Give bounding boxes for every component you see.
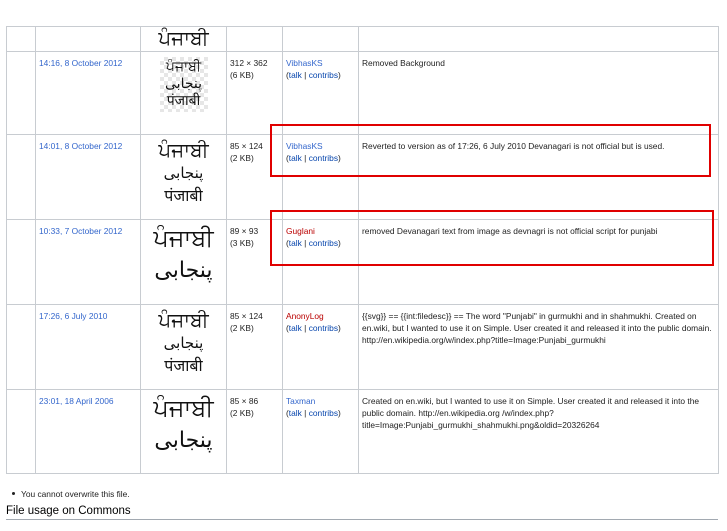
file-size: (6 KB): [230, 70, 254, 81]
table-row: 14:16, 8 October 2012 ਪੰਜਾਬੀ پنجابی पंजा…: [6, 51, 719, 135]
revision-date-link[interactable]: 14:16, 8 October 2012: [39, 58, 122, 68]
user-tools: (talk | contribs): [286, 408, 341, 419]
edit-comment: Removed Background: [362, 58, 445, 68]
user-link[interactable]: Guglani: [286, 226, 315, 236]
file-size: (2 KB): [230, 153, 254, 164]
dimensions: 85 × 86: [230, 396, 259, 406]
contribs-link[interactable]: contribs: [309, 70, 338, 80]
thumbnail[interactable]: ਪੰਜਾਬੀ پنجابی पंजाबी: [140, 134, 227, 220]
talk-link[interactable]: talk: [289, 238, 302, 248]
revision-date-link[interactable]: 17:26, 6 July 2010: [39, 311, 107, 321]
thumbnail[interactable]: ਪੰਜਾਬੀ پنجابی: [140, 389, 227, 474]
user-tools: (talk | contribs): [286, 153, 341, 164]
contribs-link[interactable]: contribs: [309, 238, 338, 248]
edit-comment: {{svg}} == {{int:filedesc}} == The word …: [362, 311, 712, 346]
revision-date-link[interactable]: 23:01, 18 April 2006: [39, 396, 114, 406]
user-tools: (talk | contribs): [286, 323, 341, 334]
talk-link[interactable]: talk: [289, 153, 302, 163]
talk-link[interactable]: talk: [289, 70, 302, 80]
contribs-link[interactable]: contribs: [309, 153, 338, 163]
file-size: (3 KB): [230, 238, 254, 249]
overwrite-note: You cannot overwrite this file.: [8, 489, 130, 499]
user-link[interactable]: AnonyLog: [286, 311, 324, 321]
thumbnail[interactable]: ਪੰਜਾਬੀ: [140, 26, 227, 52]
thumbnail[interactable]: ਪੰਜਾਬੀ پنجابی पंजाबी: [140, 51, 227, 135]
edit-comment: removed Devanagari text from image as de…: [362, 226, 658, 236]
user-tools: (talk | contribs): [286, 70, 341, 81]
dimensions: 89 × 93: [230, 226, 259, 236]
dimensions: 312 × 362: [230, 58, 268, 68]
file-size: (2 KB): [230, 323, 254, 334]
thumbnail[interactable]: ਪੰਜਾਬੀ پنجابی: [140, 219, 227, 305]
user-link[interactable]: Taxman: [286, 396, 315, 406]
user-link[interactable]: VibhasKS: [286, 58, 323, 68]
revision-date-link[interactable]: 14:01, 8 October 2012: [39, 141, 122, 151]
file-size: (2 KB): [230, 408, 254, 419]
dimensions: 85 × 124: [230, 141, 263, 151]
thumbnail[interactable]: ਪੰਜਾਬੀ پنجابی पंजाबी: [140, 304, 227, 390]
edit-comment: Reverted to version as of 17:26, 6 July …: [362, 141, 665, 151]
table-row: 14:01, 8 October 2012 ਪੰਜਾਬੀ پنجابی पंजा…: [6, 134, 719, 220]
table-row: 17:26, 6 July 2010 ਪੰਜਾਬੀ پنجابی पंजाबी …: [6, 304, 719, 390]
talk-link[interactable]: talk: [289, 323, 302, 333]
table-row: 23:01, 18 April 2006 ਪੰਜਾਬੀ پنجابی 85 × …: [6, 389, 719, 474]
section-heading-file-usage: File usage on Commons: [6, 505, 718, 520]
edit-comment: Created on en.wiki, but I wanted to use …: [362, 396, 700, 431]
table-row: 10:33, 7 October 2012 ਪੰਜਾਬੀ پنجابی 89 ×…: [6, 219, 719, 305]
user-link[interactable]: VibhasKS: [286, 141, 323, 151]
file-history-table: ਪੰਜਾਬੀ 14:16, 8 October 2012 ਪੰਜਾਬੀ پنجا…: [6, 26, 719, 474]
table-row: ਪੰਜਾਬੀ: [6, 26, 719, 52]
revision-date-link[interactable]: 10:33, 7 October 2012: [39, 226, 122, 236]
bullet-icon: [12, 492, 15, 496]
contribs-link[interactable]: contribs: [309, 323, 338, 333]
contribs-link[interactable]: contribs: [309, 408, 338, 418]
talk-link[interactable]: talk: [289, 408, 302, 418]
user-tools: (talk | contribs): [286, 238, 341, 249]
dimensions: 85 × 124: [230, 311, 263, 321]
